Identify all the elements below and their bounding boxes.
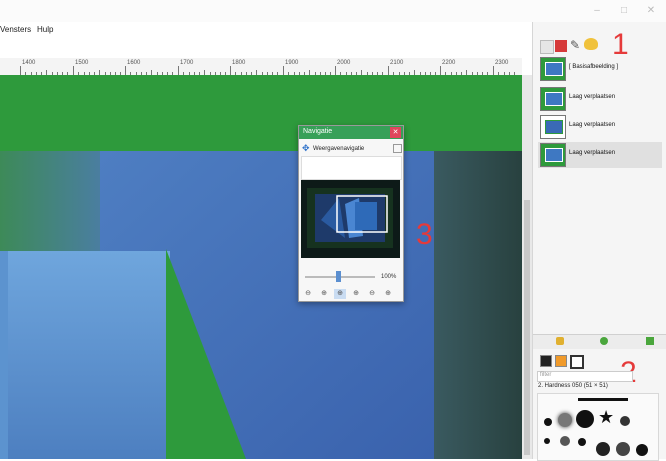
ruler-label: 1800	[232, 60, 246, 66]
ruler-label: 1400	[22, 60, 36, 66]
undo-history-tab-icon[interactable]	[584, 38, 598, 50]
zoom-out-icon[interactable]: ⊖	[366, 289, 378, 299]
image-canvas[interactable]	[0, 75, 522, 459]
layer-row[interactable]: Laag verplaatsen	[538, 114, 662, 140]
ruler-tick	[125, 66, 126, 75]
scrollbar-thumb[interactable]	[524, 200, 530, 455]
layer-name: Laag verplaatsen	[569, 122, 616, 128]
layer-thumbnail	[540, 57, 566, 81]
brush-preview[interactable]	[544, 418, 552, 426]
layer-name: Laag verplaatsen	[569, 150, 616, 156]
ruler-tick	[388, 66, 389, 75]
brush-preview[interactable]	[596, 442, 610, 456]
navigation-title: Navigatie	[303, 128, 333, 135]
annotation-3: 3	[416, 218, 433, 251]
dock-config-icon[interactable]	[393, 144, 402, 153]
zoom-fit-icon[interactable]: ⊕	[334, 289, 346, 299]
ruler-label: 1900	[285, 60, 299, 66]
ruler-tick	[283, 66, 284, 75]
navigation-dialog: Navigatie ✕ ✥ Weergavenavigatie 100% ⊖ ⊕…	[298, 125, 404, 302]
navigation-preview[interactable]	[301, 180, 400, 258]
ruler-label: 2000	[337, 60, 351, 66]
window-title-bar: – □ ✕	[0, 0, 666, 22]
layer-row[interactable]: [ Basisafbeelding ]	[538, 56, 662, 82]
lower-layer-icon[interactable]	[646, 337, 654, 345]
ruler-label: 2200	[442, 60, 456, 66]
brush-preview[interactable]: ★	[598, 408, 614, 426]
brush-preview[interactable]	[560, 436, 570, 446]
brush-preview[interactable]	[578, 438, 586, 446]
layer-name: [ Basisafbeelding ]	[569, 64, 619, 70]
new-layer-icon[interactable]	[556, 337, 564, 345]
brushes-tab-icon[interactable]	[540, 355, 552, 367]
selected-brush-label: 2. Hardness 050 (51 × 51)	[538, 383, 608, 389]
layers-tab-icon[interactable]	[540, 40, 554, 54]
patterns-tab-icon[interactable]	[555, 355, 567, 367]
horizontal-ruler[interactable]: 1400 1500 1600 1700 1800 1900 2000 2100 2200 2300	[0, 58, 522, 76]
layer-name: Laag verplaatsen	[569, 94, 616, 100]
toolbar-area	[0, 40, 530, 58]
navigation-subtitle: Weergavenavigatie	[313, 146, 365, 152]
channels-tab-icon[interactable]	[555, 40, 567, 52]
menu-bar: Vensters Hulp	[0, 22, 530, 40]
layer-row-selected[interactable]: Laag verplaatsen	[538, 142, 662, 168]
ruler-label: 2100	[390, 60, 404, 66]
ruler-tick	[335, 66, 336, 75]
ruler-tick	[493, 66, 494, 75]
zoom-in-icon[interactable]: ⊕	[318, 289, 330, 299]
layer-thumbnail	[540, 115, 566, 139]
minimize-icon[interactable]: –	[590, 4, 604, 18]
gradients-tab-icon[interactable]	[570, 355, 584, 369]
zoom-level: 100%	[381, 274, 397, 280]
paths-tab-icon[interactable]: ✎	[570, 38, 580, 52]
ruler-tick	[73, 66, 74, 75]
maximize-icon[interactable]: □	[617, 4, 631, 18]
ruler-label: 1700	[180, 60, 194, 66]
menu-vensters[interactable]: Vensters	[0, 25, 31, 34]
layer-thumbnail	[540, 87, 566, 111]
raise-layer-icon[interactable]	[600, 337, 608, 345]
layer-thumbnail	[540, 143, 566, 167]
close-icon[interactable]: ✕	[390, 127, 401, 138]
brush-preview[interactable]	[636, 444, 648, 456]
brush-preview[interactable]	[620, 416, 630, 426]
move-icon: ✥	[302, 143, 310, 153]
navigation-spacer	[301, 156, 402, 180]
ruler-tick	[440, 66, 441, 75]
ruler-tick	[20, 66, 21, 75]
brush-grid[interactable]: ★	[537, 393, 659, 461]
zoom-fit-icon[interactable]: ⊕	[382, 289, 394, 299]
brush-preview[interactable]	[544, 438, 550, 444]
menu-hulp[interactable]: Hulp	[37, 25, 53, 34]
close-icon[interactable]: ✕	[644, 4, 658, 18]
ruler-label: 1500	[75, 60, 89, 66]
ruler-label: 1600	[127, 60, 141, 66]
layer-row[interactable]: Laag verplaatsen	[538, 86, 662, 112]
brush-preview[interactable]	[558, 413, 572, 427]
ruler-label: 2300	[495, 60, 509, 66]
ruler-tick	[230, 66, 231, 75]
ruler-tick	[178, 66, 179, 75]
canvas-artwork	[0, 75, 522, 459]
brush-preview[interactable]	[578, 398, 628, 401]
zoom-out-icon[interactable]: ⊖	[302, 289, 314, 299]
brush-preview[interactable]	[576, 410, 594, 428]
brush-preview[interactable]	[616, 442, 630, 456]
zoom-slider-handle[interactable]	[336, 271, 341, 282]
zoom-in-icon[interactable]: ⊕	[350, 289, 362, 299]
navigation-title-bar[interactable]: Navigatie ✕	[299, 126, 403, 139]
navigation-preview-image	[301, 180, 400, 258]
brush-filter-input[interactable]: filter	[537, 371, 633, 382]
